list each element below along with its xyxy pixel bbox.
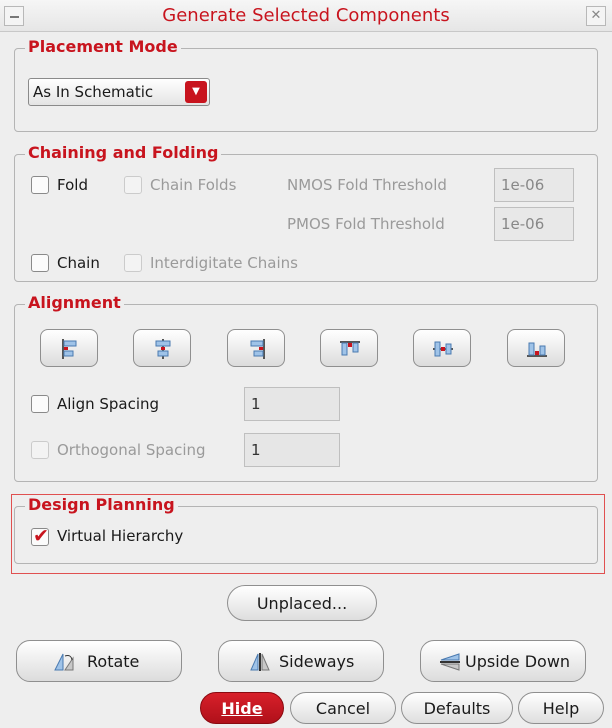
pmos-fold-threshold-label: PMOS Fold Threshold bbox=[287, 215, 445, 233]
unplaced-label: Unplaced... bbox=[256, 594, 348, 613]
sideways-label: Sideways bbox=[279, 652, 355, 671]
fold-label: Fold bbox=[57, 176, 88, 194]
align-spacing-field[interactable]: 1 bbox=[244, 387, 340, 421]
upside-down-button[interactable]: Upside Down bbox=[420, 640, 586, 682]
cancel-button[interactable]: Cancel bbox=[290, 692, 396, 724]
chaining-folding-legend: Chaining and Folding bbox=[25, 143, 222, 162]
chevron-down-icon[interactable]: ▼ bbox=[185, 81, 207, 103]
align-right-button[interactable] bbox=[227, 329, 285, 367]
align-middle-vertical-icon bbox=[433, 341, 453, 357]
chain-label: Chain bbox=[57, 254, 100, 272]
cancel-label: Cancel bbox=[315, 699, 371, 718]
defaults-label: Defaults bbox=[423, 699, 491, 718]
help-label: Help bbox=[542, 699, 580, 718]
defaults-button[interactable]: Defaults bbox=[401, 692, 513, 724]
upside-down-icon bbox=[440, 653, 460, 671]
design-planning-legend: Design Planning bbox=[25, 495, 178, 514]
unplaced-button[interactable]: Unplaced... bbox=[227, 585, 377, 621]
sideways-button[interactable]: Sideways bbox=[218, 640, 384, 682]
placement-mode-legend: Placement Mode bbox=[25, 37, 181, 56]
placement-mode-select[interactable]: As In Schematic ▼ bbox=[28, 78, 210, 106]
chain-checkbox[interactable] bbox=[31, 254, 49, 272]
align-middle-vertical-button[interactable] bbox=[413, 329, 471, 367]
virtual-hierarchy-label: Virtual Hierarchy bbox=[57, 527, 184, 545]
align-top-icon bbox=[340, 341, 360, 356]
chain-folds-label: Chain Folds bbox=[150, 176, 237, 194]
interdigitate-chains-checkbox[interactable] bbox=[124, 254, 142, 272]
fold-checkbox[interactable] bbox=[31, 176, 49, 194]
align-center-horizontal-icon bbox=[155, 339, 171, 359]
sideways-icon bbox=[250, 653, 270, 671]
help-button[interactable]: Help bbox=[518, 692, 604, 724]
hide-label: Hide bbox=[221, 699, 263, 718]
align-bottom-icon bbox=[527, 342, 547, 357]
placement-mode-value: As In Schematic bbox=[33, 83, 154, 101]
hide-button[interactable]: Hide bbox=[200, 692, 284, 724]
align-bottom-button[interactable] bbox=[507, 329, 565, 367]
upside-down-label: Upside Down bbox=[465, 652, 571, 671]
close-icon[interactable]: ✕ bbox=[586, 6, 606, 26]
rotate-label: Rotate bbox=[87, 652, 140, 671]
align-left-icon bbox=[62, 339, 77, 359]
align-top-button[interactable] bbox=[320, 329, 378, 367]
align-center-horizontal-button[interactable] bbox=[133, 329, 191, 367]
virtual-hierarchy-checkbox[interactable] bbox=[31, 525, 49, 547]
align-spacing-label: Align Spacing bbox=[57, 395, 160, 413]
orthogonal-spacing-checkbox[interactable] bbox=[31, 441, 49, 459]
align-left-button[interactable] bbox=[40, 329, 98, 367]
interdigitate-chains-label: Interdigitate Chains bbox=[150, 254, 298, 272]
chain-folds-checkbox[interactable] bbox=[124, 176, 142, 194]
nmos-fold-threshold-label: NMOS Fold Threshold bbox=[287, 176, 447, 194]
rotate-button[interactable]: Rotate bbox=[16, 640, 182, 682]
align-right-icon bbox=[250, 339, 265, 359]
pmos-fold-threshold-field[interactable]: 1e-06 bbox=[494, 207, 574, 241]
alignment-legend: Alignment bbox=[25, 293, 124, 312]
rotate-icon bbox=[54, 653, 74, 671]
orthogonal-spacing-label: Orthogonal Spacing bbox=[57, 441, 206, 459]
nmos-fold-threshold-field[interactable]: 1e-06 bbox=[494, 168, 574, 202]
window-title: Generate Selected Components bbox=[162, 5, 450, 26]
align-spacing-checkbox[interactable] bbox=[31, 395, 49, 413]
title-bar: Generate Selected Components ✕ bbox=[0, 0, 612, 32]
orthogonal-spacing-field[interactable]: 1 bbox=[244, 433, 340, 467]
